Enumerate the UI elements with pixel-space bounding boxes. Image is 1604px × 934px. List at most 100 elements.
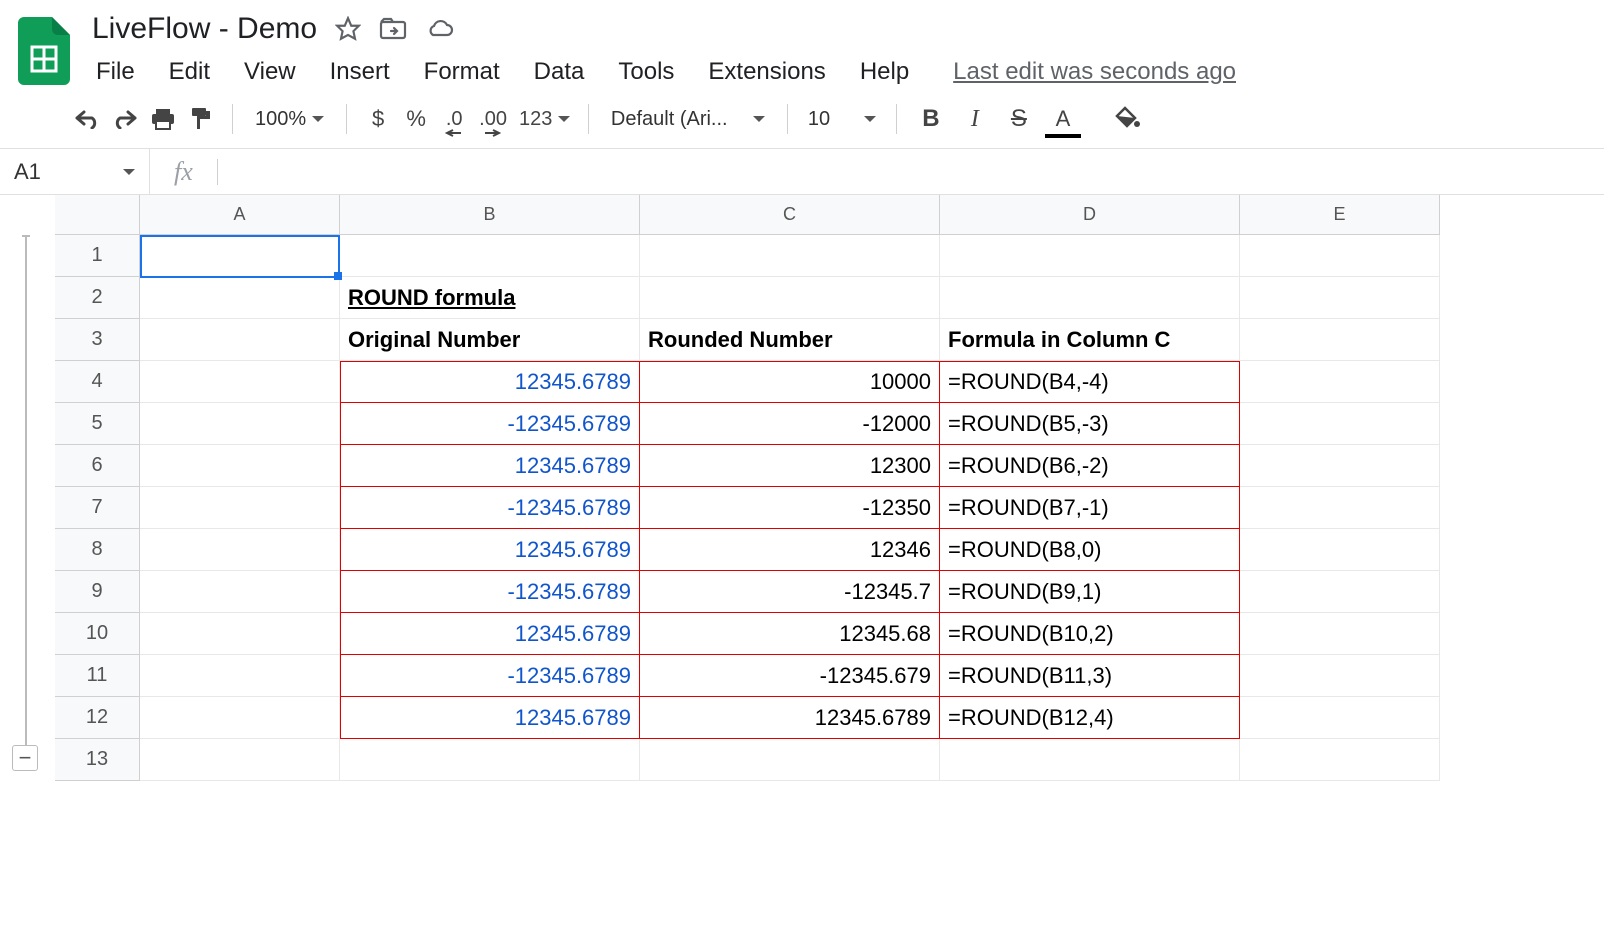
row-header[interactable]: 4	[55, 361, 140, 403]
column-header-d[interactable]: D	[940, 195, 1240, 235]
cell[interactable]	[1240, 277, 1440, 319]
cell[interactable]	[1240, 487, 1440, 529]
font-size-select[interactable]: 10	[802, 102, 882, 136]
cell[interactable]	[1240, 403, 1440, 445]
cell[interactable]: 12345.6789	[340, 613, 640, 655]
row-header[interactable]: 3	[55, 319, 140, 361]
cell[interactable]: -12350	[640, 487, 940, 529]
text-color-button[interactable]: A	[1043, 102, 1083, 136]
cell[interactable]: -12345.679	[640, 655, 940, 697]
cells-area[interactable]: ROUND formula Original NumberRounded Num…	[140, 235, 1440, 781]
cell[interactable]	[940, 277, 1240, 319]
cell[interactable]	[940, 739, 1240, 781]
cell[interactable]: =ROUND(B8,0)	[940, 529, 1240, 571]
cell[interactable]	[140, 571, 340, 613]
cell[interactable]	[340, 739, 640, 781]
row-header[interactable]: 13	[55, 739, 140, 781]
menu-view[interactable]: View	[240, 56, 300, 88]
cell[interactable]: -12345.7	[640, 571, 940, 613]
cell[interactable]	[140, 445, 340, 487]
column-header-b[interactable]: B	[340, 195, 640, 235]
cell[interactable]	[640, 277, 940, 319]
row-header[interactable]: 1	[55, 235, 140, 277]
redo-button[interactable]	[108, 102, 142, 136]
cell[interactable]: 12345.6789	[340, 445, 640, 487]
cell[interactable]	[1240, 235, 1440, 277]
cell[interactable]: -12345.6789	[340, 487, 640, 529]
menu-edit[interactable]: Edit	[165, 56, 214, 88]
format-currency-button[interactable]: $	[361, 102, 395, 136]
star-icon[interactable]	[335, 16, 361, 42]
cell[interactable]	[1240, 739, 1440, 781]
cell[interactable]: 12346	[640, 529, 940, 571]
zoom-select[interactable]: 100%	[247, 102, 332, 136]
column-header-e[interactable]: E	[1240, 195, 1440, 235]
cell[interactable]: 10000	[640, 361, 940, 403]
cell[interactable]: =ROUND(B9,1)	[940, 571, 1240, 613]
cell[interactable]	[140, 277, 340, 319]
row-header[interactable]: 11	[55, 655, 140, 697]
fill-color-button[interactable]	[1111, 102, 1145, 136]
sheets-logo[interactable]	[16, 12, 72, 84]
cell[interactable]: 12345.6789	[640, 697, 940, 739]
row-header[interactable]: 5	[55, 403, 140, 445]
row-header[interactable]: 2	[55, 277, 140, 319]
cell[interactable]: Rounded Number	[640, 319, 940, 361]
cell[interactable]	[140, 529, 340, 571]
row-header[interactable]: 10	[55, 613, 140, 655]
menu-insert[interactable]: Insert	[326, 56, 394, 88]
bold-button[interactable]: B	[911, 102, 951, 136]
cell[interactable]: =ROUND(B7,-1)	[940, 487, 1240, 529]
cell[interactable]: Original Number	[340, 319, 640, 361]
cloud-status-icon[interactable]	[425, 17, 455, 41]
cell[interactable]	[1240, 529, 1440, 571]
cell[interactable]: -12000	[640, 403, 940, 445]
cell[interactable]	[140, 361, 340, 403]
cell[interactable]	[1240, 319, 1440, 361]
undo-button[interactable]	[70, 102, 104, 136]
decrease-decimal-button[interactable]: .0	[437, 102, 471, 136]
row-header[interactable]: 8	[55, 529, 140, 571]
cell[interactable]	[1240, 571, 1440, 613]
formula-bar[interactable]: fx	[150, 149, 1604, 194]
cell[interactable]: =ROUND(B10,2)	[940, 613, 1240, 655]
menu-file[interactable]: File	[92, 56, 139, 88]
cell[interactable]: Formula in Column C	[940, 319, 1240, 361]
paint-format-button[interactable]	[184, 102, 218, 136]
cell[interactable]: 12300	[640, 445, 940, 487]
name-box[interactable]: A1	[0, 149, 150, 194]
cell[interactable]	[1240, 613, 1440, 655]
cell[interactable]	[940, 235, 1240, 277]
print-button[interactable]	[146, 102, 180, 136]
strikethrough-button[interactable]: S	[999, 102, 1039, 136]
increase-decimal-button[interactable]: .00	[475, 102, 511, 136]
cell[interactable]: ROUND formula	[340, 277, 640, 319]
column-header-c[interactable]: C	[640, 195, 940, 235]
cell[interactable]: -12345.6789	[340, 571, 640, 613]
cell[interactable]	[140, 235, 340, 277]
cell[interactable]: =ROUND(B5,-3)	[940, 403, 1240, 445]
row-header[interactable]: 9	[55, 571, 140, 613]
cell[interactable]: 12345.68	[640, 613, 940, 655]
cell[interactable]: -12345.6789	[340, 403, 640, 445]
collapse-group-button[interactable]: −	[12, 745, 38, 771]
cell[interactable]: =ROUND(B6,-2)	[940, 445, 1240, 487]
document-title[interactable]: LiveFlow - Demo	[92, 12, 317, 46]
more-formats-button[interactable]: 123	[515, 102, 574, 136]
cell[interactable]	[140, 697, 340, 739]
cell[interactable]	[140, 613, 340, 655]
cell[interactable]	[340, 235, 640, 277]
cell[interactable]: 12345.6789	[340, 529, 640, 571]
cell[interactable]	[1240, 361, 1440, 403]
row-header[interactable]: 6	[55, 445, 140, 487]
format-percent-button[interactable]: %	[399, 102, 433, 136]
cell[interactable]	[140, 739, 340, 781]
cell[interactable]	[1240, 697, 1440, 739]
cell[interactable]	[640, 739, 940, 781]
cell[interactable]: -12345.6789	[340, 655, 640, 697]
font-family-select[interactable]: Default (Ari...	[603, 102, 773, 136]
italic-button[interactable]: I	[955, 102, 995, 136]
select-all-corner[interactable]	[55, 195, 140, 235]
menu-extensions[interactable]: Extensions	[704, 56, 829, 88]
cell[interactable]: =ROUND(B4,-4)	[940, 361, 1240, 403]
